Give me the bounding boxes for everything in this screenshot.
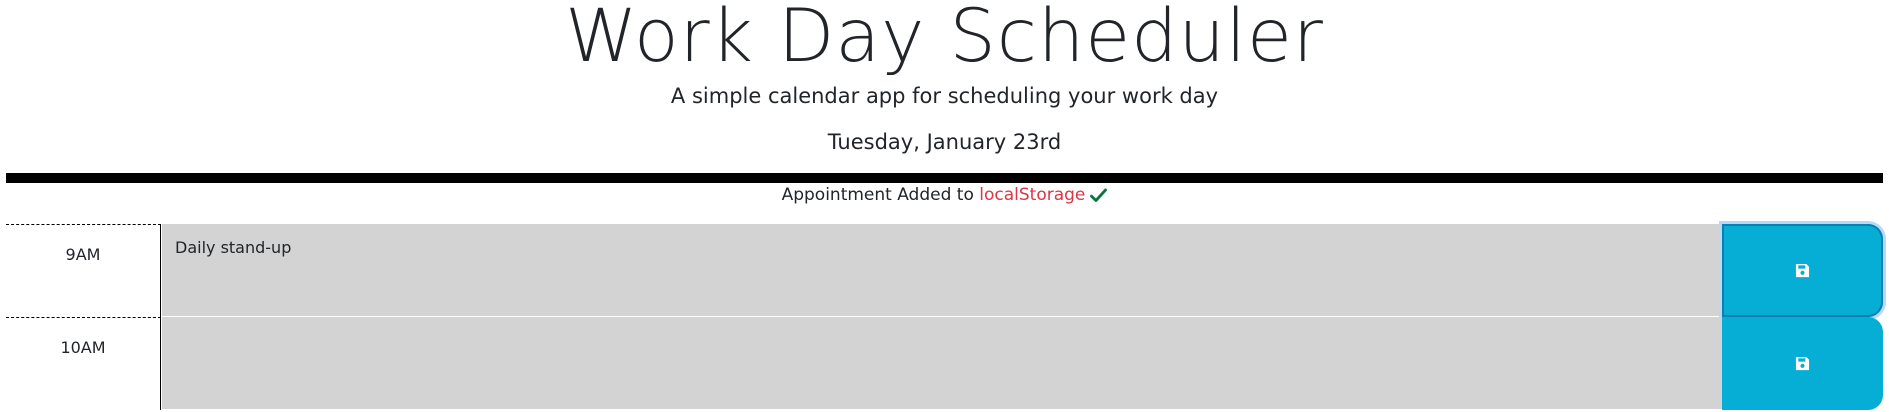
save-notice: Appointment Added to localStorage (0, 183, 1889, 210)
header-divider (6, 173, 1883, 183)
hour-label: 9AM (6, 224, 161, 317)
description-input[interactable] (162, 317, 1722, 410)
hour-label: 10AM (6, 317, 161, 410)
notice-storage-label: localStorage (979, 185, 1086, 205)
description-input[interactable]: Daily stand-up (162, 224, 1722, 317)
page-title: Work Day Scheduler (565, 0, 1324, 79)
current-day: Tuesday, January 23rd (827, 130, 1062, 154)
time-block-10am: 10AM (6, 317, 1883, 410)
checkmark-icon (1090, 186, 1108, 210)
floppy-disk-icon (1795, 263, 1810, 278)
save-button[interactable] (1722, 224, 1883, 317)
page-subtitle: A simple calendar app for scheduling you… (670, 84, 1219, 108)
floppy-disk-icon (1795, 356, 1810, 371)
time-block-9am: 9AM Daily stand-up (6, 224, 1883, 317)
save-button[interactable] (1722, 317, 1883, 410)
notice-text: Appointment Added to (781, 185, 980, 205)
